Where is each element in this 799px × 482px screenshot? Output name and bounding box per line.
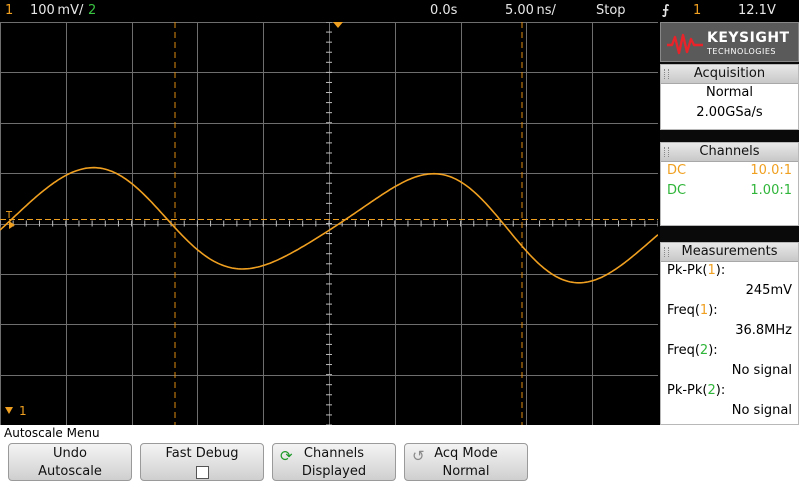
channels-header: Channels [661,143,798,162]
trigger-level[interactable]: 12.1V [738,3,776,19]
channel-2-row: DC 1.00:1 [661,182,798,202]
rotate-knob-icon: ⟳ [280,447,293,465]
channel-1-probe: 10.0:1 [750,163,792,178]
channel-1-scale[interactable]: 100 mV/ [30,3,83,19]
menu-title: Autoscale Menu [0,425,799,441]
channels-panel[interactable]: Channels DC 10.0:1 DC 1.00:1 [660,142,799,226]
acquisition-header: Acquisition [661,65,798,84]
measurement-value: No signal [731,403,792,418]
horizontal-scale[interactable]: 5.00 ns/ [505,3,556,19]
measurement-value: 36.8MHz [735,323,792,338]
brand-logo: KEYSIGHT TECHNOLOGIES [660,22,799,62]
channel-1-offset-marker[interactable] [5,407,13,414]
channels-displayed-button[interactable]: ⟳ Channels Displayed [272,443,396,481]
status-bar: 1 100 mV/ 2 0.0s 5.00 ns/ Stop ⨍ 1 12.1V [0,0,799,22]
measurements-panel[interactable]: Measurements Pk-Pk(1): 245mV Freq(1): 36… [660,242,799,425]
measurement-label: Pk-Pk(1): [667,263,726,278]
acquisition-mode: Normal [705,85,754,100]
channel-2-label[interactable]: 2 [88,3,96,19]
waveform-display[interactable]: T 1 [0,22,658,425]
channel-2-probe: 1.00:1 [750,183,792,198]
rotate-knob-icon: ↺ [412,447,425,465]
trigger-edge-icon: ⨍ [662,3,670,18]
measurements-header: Measurements [661,243,798,262]
keysight-wave-icon [667,33,703,55]
graticule: T 1 [0,22,658,425]
acq-mode-button[interactable]: ↺ Acq Mode Normal [404,443,528,481]
measurement-label: Pk-Pk(2): [667,383,726,398]
fast-debug-checkbox[interactable] [195,465,209,479]
channel-1-coupling: DC [667,163,687,178]
softkey-bar: Undo Autoscale Fast Debug ⟳ Channels Dis… [0,441,799,482]
fast-debug-button[interactable]: Fast Debug [140,443,264,481]
brand-subtitle: TECHNOLOGIES [707,47,776,56]
channel-1-bottom-label: 1 [19,404,27,418]
ground-marker-label: T [5,210,13,221]
horizontal-position[interactable]: 0.0s [430,3,457,19]
grip-icon [664,147,669,157]
run-state: Stop [596,3,626,18]
measurement-label: Freq(2): [667,343,718,358]
acquisition-panel[interactable]: Acquisition Normal 2.00GSa/s [660,64,799,130]
measurement-label: Freq(1): [667,303,718,318]
trigger-source[interactable]: 1 [693,3,701,19]
channel-1-ground-marker[interactable] [9,221,15,229]
measurement-value: 245mV [745,283,792,298]
brand-name: KEYSIGHT [707,30,790,46]
channel-1-row: DC 10.0:1 [661,162,798,182]
channel-2-coupling: DC [667,183,687,198]
channel-1-label[interactable]: 1 [5,3,13,19]
undo-autoscale-button[interactable]: Undo Autoscale [8,443,132,481]
measurement-value: No signal [731,363,792,378]
sample-rate: 2.00GSa/s [696,105,763,120]
side-panel: KEYSIGHT TECHNOLOGIES Acquisition Normal… [660,22,799,425]
grip-icon [664,247,669,257]
grip-icon [664,69,669,79]
trigger-position-marker[interactable] [333,22,343,28]
